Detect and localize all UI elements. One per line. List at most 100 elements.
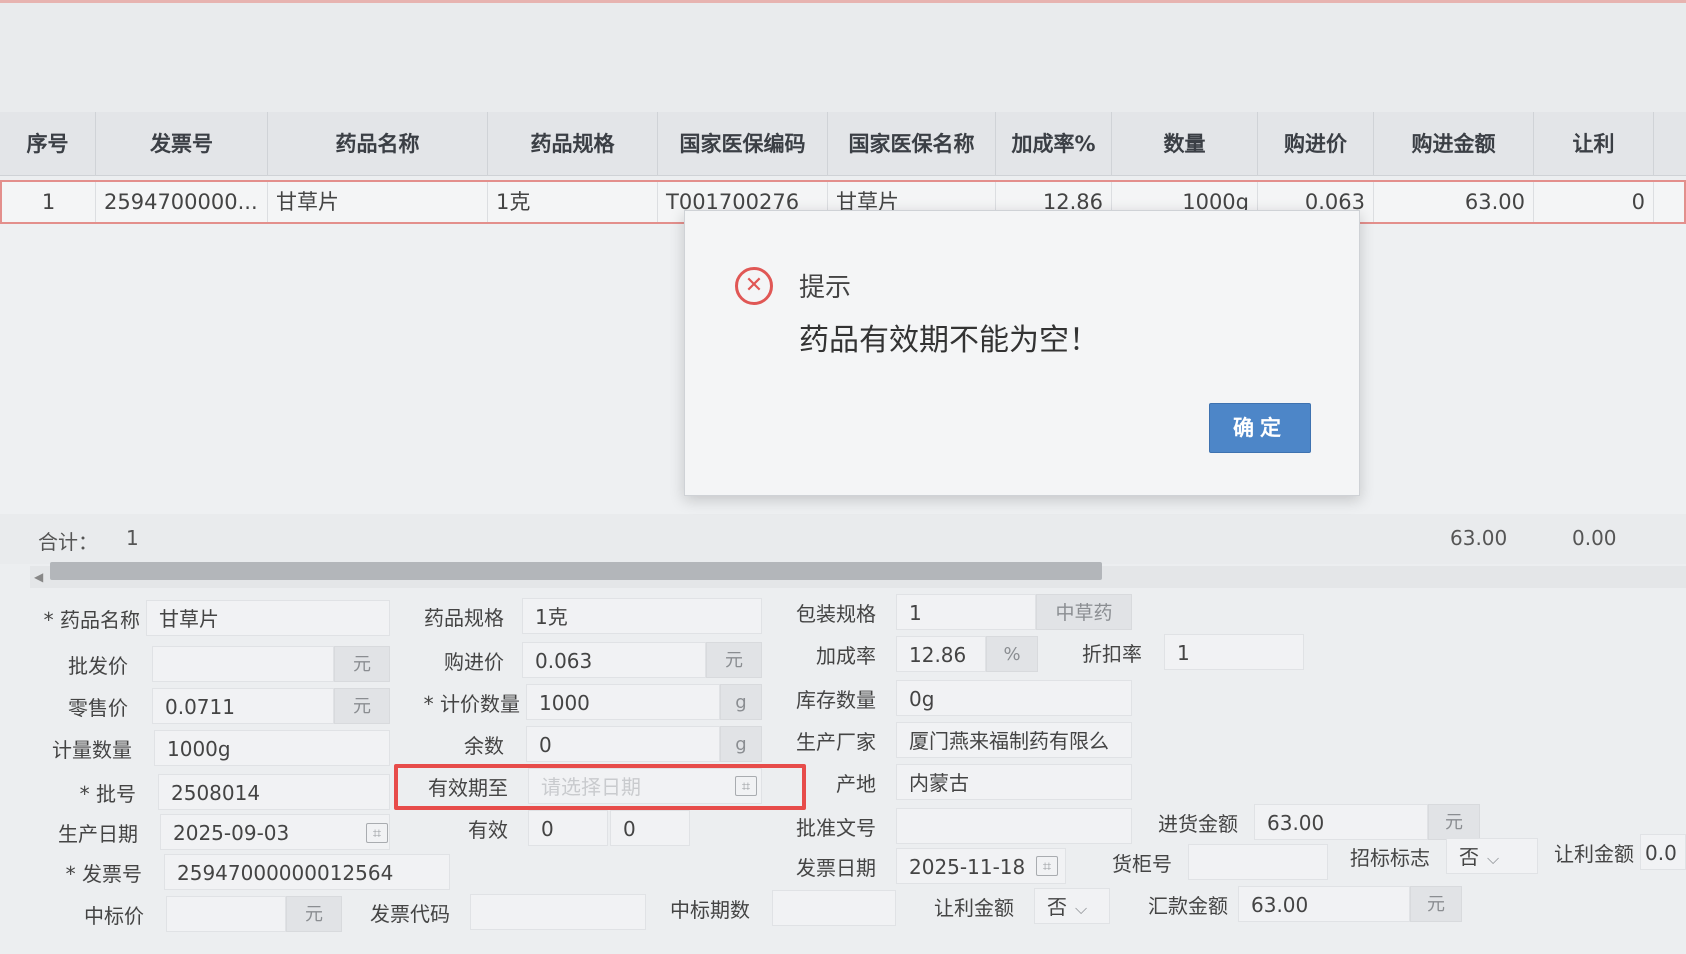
header-amount[interactable]: 购进金额	[1374, 112, 1534, 176]
retail-label: 零售价	[68, 696, 128, 720]
price-qty-field[interactable]: 1000	[526, 684, 720, 720]
remainder-label: 余数	[464, 734, 504, 758]
markup-label: 加成率	[816, 644, 876, 668]
invoice-no-field[interactable]: 25947000000012564	[164, 854, 450, 890]
remainder-field[interactable]: 0	[526, 726, 720, 762]
remit-amount-label: 汇款金额	[1148, 894, 1228, 918]
cell-discount: 0	[1534, 182, 1654, 222]
header-quantity[interactable]: 数量	[1112, 112, 1258, 176]
error-circle-icon: ✕	[735, 267, 773, 305]
pack-spec-field[interactable]: 1	[896, 594, 1036, 630]
mfg-date-label: 生产日期	[58, 822, 138, 846]
shelf-no-field[interactable]	[1188, 844, 1328, 880]
purchase-price-unit: 元	[706, 642, 762, 678]
discount-rate-label: 折扣率	[1082, 642, 1142, 666]
error-highlight-box	[394, 764, 806, 810]
header-insurance-name[interactable]: 国家医保名称	[828, 112, 996, 176]
invoice-code-field[interactable]	[470, 894, 646, 930]
scrollbar-thumb[interactable]	[50, 562, 1102, 580]
summary-count: 1	[126, 526, 139, 550]
summary-label: 合计：	[38, 530, 98, 554]
bid-flag-value: 否	[1459, 845, 1479, 869]
measure-qty-label: 计量数量	[52, 738, 132, 762]
invoice-code-label: 发票代码	[370, 902, 450, 926]
purchase-amount-label: 进货金额	[1158, 812, 1238, 836]
bid-period-field[interactable]	[772, 890, 896, 926]
ok-button[interactable]: 确定	[1209, 403, 1311, 453]
grid-header: 序号 发票号 药品名称 药品规格 国家医保编码 国家医保名称 加成率% 数量 购…	[0, 112, 1686, 176]
rebate-amount2-value: 否	[1047, 895, 1067, 919]
header-invoice[interactable]: 发票号	[96, 112, 268, 176]
remit-amount-unit: 元	[1410, 886, 1462, 922]
bid-flag-select[interactable]: 否 ⌵	[1446, 838, 1538, 874]
wholesale-field[interactable]	[152, 646, 334, 682]
invoice-date-label: 发票日期	[796, 856, 876, 880]
remainder-unit: g	[720, 726, 762, 762]
header-price[interactable]: 购进价	[1258, 112, 1374, 176]
spec-field[interactable]: 1克	[522, 598, 762, 634]
valid-field-2[interactable]: 0	[610, 810, 690, 846]
cell-spec: 1克	[488, 182, 658, 222]
purchase-amount-unit: 元	[1428, 804, 1480, 840]
stock-qty-label: 库存数量	[796, 688, 876, 712]
discount-rate-field[interactable]: 1	[1164, 634, 1304, 670]
cell-amount: 63.00	[1374, 182, 1534, 222]
purchase-price-label: 购进价	[444, 650, 504, 674]
purchase-amount-field[interactable]: 63.00	[1254, 804, 1428, 840]
markup-unit: %	[986, 636, 1038, 672]
calendar-icon[interactable]: ⌗	[366, 823, 388, 843]
mfg-date-field[interactable]: 2025-09-03	[160, 814, 390, 850]
retail-field[interactable]: 0.0711	[152, 688, 334, 724]
batch-field[interactable]: 2508014	[158, 774, 390, 810]
header-discount[interactable]: 让利	[1534, 112, 1654, 176]
retail-unit: 元	[334, 688, 390, 724]
valid-field-1[interactable]: 0	[528, 810, 608, 846]
header-spec[interactable]: 药品规格	[488, 112, 658, 176]
measure-qty-field[interactable]: 1000g	[154, 730, 390, 766]
origin-field[interactable]: 内蒙古	[896, 764, 1132, 800]
wholesale-label: 批发价	[68, 654, 128, 678]
summary-amount: 63.00	[1450, 526, 1508, 550]
manufacturer-field[interactable]: 厦门燕来福制药有限么	[896, 722, 1132, 758]
dialog-message: 药品有效期不能为空！	[799, 323, 1099, 358]
invoice-calendar-icon[interactable]: ⌗	[1036, 856, 1058, 876]
valid-label: 有效	[468, 818, 508, 842]
header-drug-name[interactable]: 药品名称	[268, 112, 488, 176]
rebate-amount2-label: 让利金额	[934, 896, 1014, 920]
manufacturer-label: 生产厂家	[796, 730, 876, 754]
header-index[interactable]: 序号	[0, 112, 96, 176]
remit-amount-field[interactable]: 63.00	[1238, 886, 1410, 922]
purchase-price-field[interactable]: 0.063	[522, 642, 706, 678]
cell-drug-name: 甘草片	[268, 182, 488, 222]
bid-price-field[interactable]	[166, 896, 286, 932]
wholesale-unit: 元	[334, 646, 390, 682]
alert-dialog: ✕ 提示 药品有效期不能为空！ 确定	[684, 210, 1360, 496]
approval-no-field[interactable]	[896, 808, 1132, 844]
dialog-title: 提示	[799, 273, 852, 303]
drug-name-field[interactable]: 甘草片	[146, 600, 390, 636]
rebate-amount-field[interactable]: 0.0	[1640, 834, 1686, 870]
bid-price-label: 中标价	[84, 904, 144, 928]
stock-qty-field[interactable]: 0g	[896, 680, 1132, 716]
markup-field[interactable]: 12.86	[896, 636, 986, 672]
scroll-left-icon[interactable]: ◀	[34, 570, 43, 584]
summary-discount: 0.00	[1572, 526, 1617, 550]
rebate-amount2-select[interactable]: 否 ⌵	[1034, 888, 1110, 924]
chevron-down-icon: ⌵	[1075, 899, 1088, 918]
spec-label: 药品规格	[424, 606, 504, 630]
pack-spec-label: 包装规格	[796, 602, 876, 626]
header-markup[interactable]: 加成率%	[996, 112, 1112, 176]
price-qty-label: * 计价数量	[423, 692, 520, 716]
price-qty-unit: g	[720, 684, 762, 720]
drug-name-label: * 药品名称	[43, 608, 140, 632]
bid-price-unit: 元	[286, 896, 342, 932]
summary-row: 合计： 1 63.00 0.00	[0, 514, 1686, 564]
bid-period-label: 中标期数	[670, 898, 750, 922]
origin-label: 产地	[836, 772, 876, 796]
cell-invoice: 2594700000...	[96, 182, 268, 222]
rebate-amount-label: 让利金额	[1554, 842, 1634, 866]
cell-index: 1	[2, 182, 96, 222]
header-insurance-code[interactable]: 国家医保编码	[658, 112, 828, 176]
shelf-no-label: 货柜号	[1112, 852, 1172, 876]
invoice-no-label: * 发票号	[65, 862, 142, 886]
